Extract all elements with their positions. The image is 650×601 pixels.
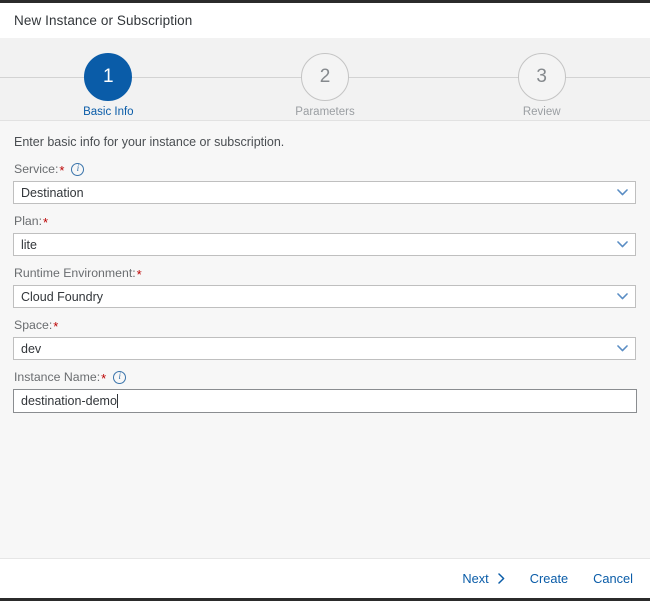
next-button-label: Next bbox=[462, 571, 489, 586]
required-marker-space: * bbox=[53, 319, 59, 334]
label-runtime-environment-text: Runtime Environment: bbox=[14, 266, 136, 280]
field-group-runtime-environment: Runtime Environment: * Cloud Foundry bbox=[13, 266, 637, 308]
info-icon-instance-name[interactable]: i bbox=[113, 371, 127, 384]
required-marker-plan: * bbox=[43, 215, 49, 230]
label-service: Service: * i bbox=[14, 162, 637, 177]
field-group-space: Space: * dev bbox=[13, 318, 637, 360]
chevron-down-icon-plan[interactable] bbox=[609, 234, 635, 255]
step-number-3: 3 bbox=[536, 66, 547, 87]
label-space-text: Space: bbox=[14, 318, 53, 332]
text-caret bbox=[116, 394, 118, 408]
step-number-bubble-2: 2 bbox=[301, 53, 349, 101]
select-space[interactable]: dev bbox=[13, 337, 636, 360]
select-service[interactable]: Destination bbox=[13, 181, 636, 204]
chevron-down-icon-runtime-environment[interactable] bbox=[609, 286, 635, 307]
new-instance-dialog: New Instance or Subscription 1 Basic Inf… bbox=[0, 0, 650, 601]
required-marker-runtime-environment: * bbox=[136, 267, 142, 282]
next-button[interactable]: Next bbox=[462, 571, 505, 586]
instance-name-text: destination-demo bbox=[21, 394, 117, 408]
cancel-button[interactable]: Cancel bbox=[593, 571, 633, 586]
select-plan-value: lite bbox=[21, 237, 37, 252]
dialog-title-bar: New Instance or Subscription bbox=[0, 3, 650, 38]
basic-info-form: Enter basic info for your instance or su… bbox=[0, 121, 650, 558]
chevron-right-icon-next bbox=[497, 573, 505, 584]
required-marker-instance-name: * bbox=[101, 371, 107, 386]
label-plan: Plan: * bbox=[14, 214, 637, 229]
step-number-bubble-1: 1 bbox=[84, 53, 133, 101]
wizard-step-parameters[interactable]: 2 Parameters bbox=[217, 38, 434, 120]
field-group-instance-name: Instance Name: * i destination-demo bbox=[13, 370, 637, 413]
wizard-step-basic-info[interactable]: 1 Basic Info bbox=[0, 38, 217, 120]
field-group-service: Service: * i Destination bbox=[13, 162, 637, 204]
step-number-1: 1 bbox=[103, 66, 114, 87]
wizard-progress-bar: 1 Basic Info 2 Parameters 3 Review bbox=[0, 38, 650, 121]
select-runtime-environment-value: Cloud Foundry bbox=[21, 289, 103, 304]
step-label-1: Basic Info bbox=[83, 106, 134, 118]
field-group-plan: Plan: * lite bbox=[13, 214, 637, 256]
label-runtime-environment: Runtime Environment: * bbox=[14, 266, 637, 281]
chevron-down-icon-service[interactable] bbox=[609, 182, 635, 203]
dialog-footer: Next Create Cancel bbox=[0, 558, 650, 598]
instance-name-input[interactable]: destination-demo bbox=[13, 389, 637, 413]
required-marker-service: * bbox=[59, 163, 65, 178]
step-number-2: 2 bbox=[319, 66, 331, 87]
step-number-bubble-3: 3 bbox=[517, 53, 566, 101]
select-plan[interactable]: lite bbox=[13, 233, 636, 256]
create-button-label: Create bbox=[529, 571, 569, 586]
info-icon-service[interactable]: i bbox=[71, 163, 85, 176]
chevron-down-icon-space[interactable] bbox=[609, 338, 635, 359]
instance-name-input-value: destination-demo bbox=[14, 394, 118, 408]
select-service-value: Destination bbox=[21, 185, 84, 200]
select-runtime-environment[interactable]: Cloud Foundry bbox=[13, 285, 636, 308]
form-instruction-text: Enter basic info for your instance or su… bbox=[14, 135, 285, 149]
wizard-step-review[interactable]: 3 Review bbox=[433, 38, 650, 120]
page-title: New Instance or Subscription bbox=[14, 13, 193, 28]
select-space-value: dev bbox=[21, 341, 42, 356]
label-space: Space: * bbox=[14, 318, 637, 333]
label-instance-name-text: Instance Name: bbox=[14, 370, 101, 384]
cancel-button-label: Cancel bbox=[593, 571, 633, 586]
create-button[interactable]: Create bbox=[530, 571, 568, 586]
label-plan-text: Plan: bbox=[14, 214, 43, 228]
step-label-2: Parameters bbox=[295, 106, 355, 118]
label-instance-name: Instance Name: * i bbox=[14, 370, 637, 385]
step-label-3: Review bbox=[522, 106, 561, 118]
label-service-text: Service: bbox=[14, 162, 59, 176]
wizard-step-list: 1 Basic Info 2 Parameters 3 Review bbox=[0, 38, 650, 120]
